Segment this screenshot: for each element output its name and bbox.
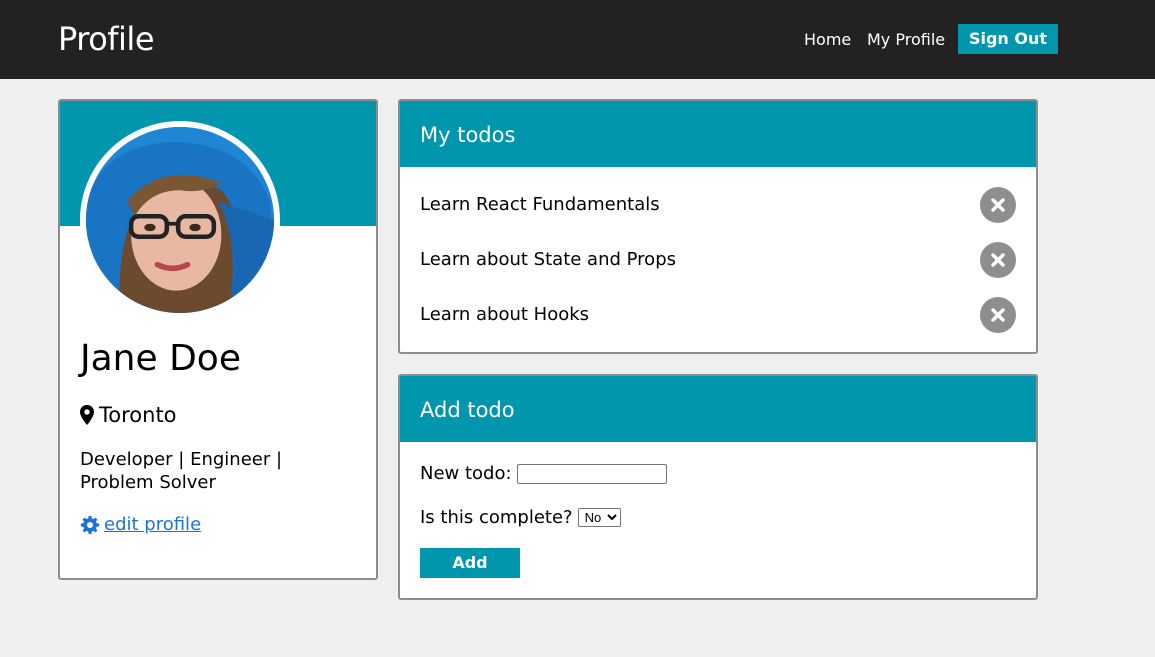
profile-card: Jane Doe Toronto Developer | Engineer | …: [58, 99, 378, 580]
delete-todo-button[interactable]: [980, 242, 1016, 278]
todo-label: Learn React Fundamentals: [420, 194, 660, 215]
nav-home-link[interactable]: Home: [804, 30, 851, 49]
complete-label: Is this complete?: [420, 507, 573, 528]
gear-icon: [80, 515, 100, 534]
add-todo-button[interactable]: Add: [420, 548, 520, 578]
my-todos-header: My todos: [400, 101, 1036, 167]
edit-profile-link[interactable]: edit profile: [80, 514, 201, 535]
new-todo-input[interactable]: [516, 463, 667, 484]
close-icon: [991, 308, 1005, 322]
delete-todo-button[interactable]: [980, 297, 1016, 333]
close-icon: [991, 253, 1005, 267]
avatar-image: [86, 127, 274, 313]
todo-item: Learn about State and Props: [420, 242, 1016, 278]
delete-todo-button[interactable]: [980, 187, 1016, 223]
top-navbar: Profile Home My Profile Sign Out: [0, 0, 1155, 79]
profile-location: Toronto: [80, 403, 177, 427]
todo-item: Learn about Hooks: [420, 297, 1016, 333]
map-marker-icon: [80, 405, 94, 425]
todo-label: Learn about State and Props: [420, 249, 676, 270]
profile-name: Jane Doe: [80, 338, 241, 379]
sign-out-button[interactable]: Sign Out: [958, 24, 1058, 54]
new-todo-label: New todo:: [420, 463, 512, 484]
edit-profile-label: edit profile: [104, 514, 202, 535]
complete-row: Is this complete? No: [420, 507, 621, 528]
nav-my-profile-link[interactable]: My Profile: [867, 30, 945, 49]
add-todo-title: Add todo: [420, 398, 515, 422]
my-todos-card: My todos Learn React Fundamentals Learn …: [398, 99, 1038, 354]
my-todos-title: My todos: [420, 123, 516, 147]
location-text: Toronto: [99, 403, 177, 427]
new-todo-row: New todo:: [420, 463, 667, 484]
avatar: [80, 121, 280, 319]
add-todo-card: Add todo New todo: Is this complete? No …: [398, 374, 1038, 600]
todo-item: Learn React Fundamentals: [420, 187, 1016, 223]
complete-select[interactable]: No: [577, 508, 621, 527]
add-todo-header: Add todo: [400, 376, 1036, 442]
todo-label: Learn about Hooks: [420, 304, 590, 325]
profile-bio: Developer | Engineer | Problem Solver: [80, 449, 283, 493]
brand-title: Profile: [58, 20, 155, 58]
close-icon: [991, 198, 1005, 212]
